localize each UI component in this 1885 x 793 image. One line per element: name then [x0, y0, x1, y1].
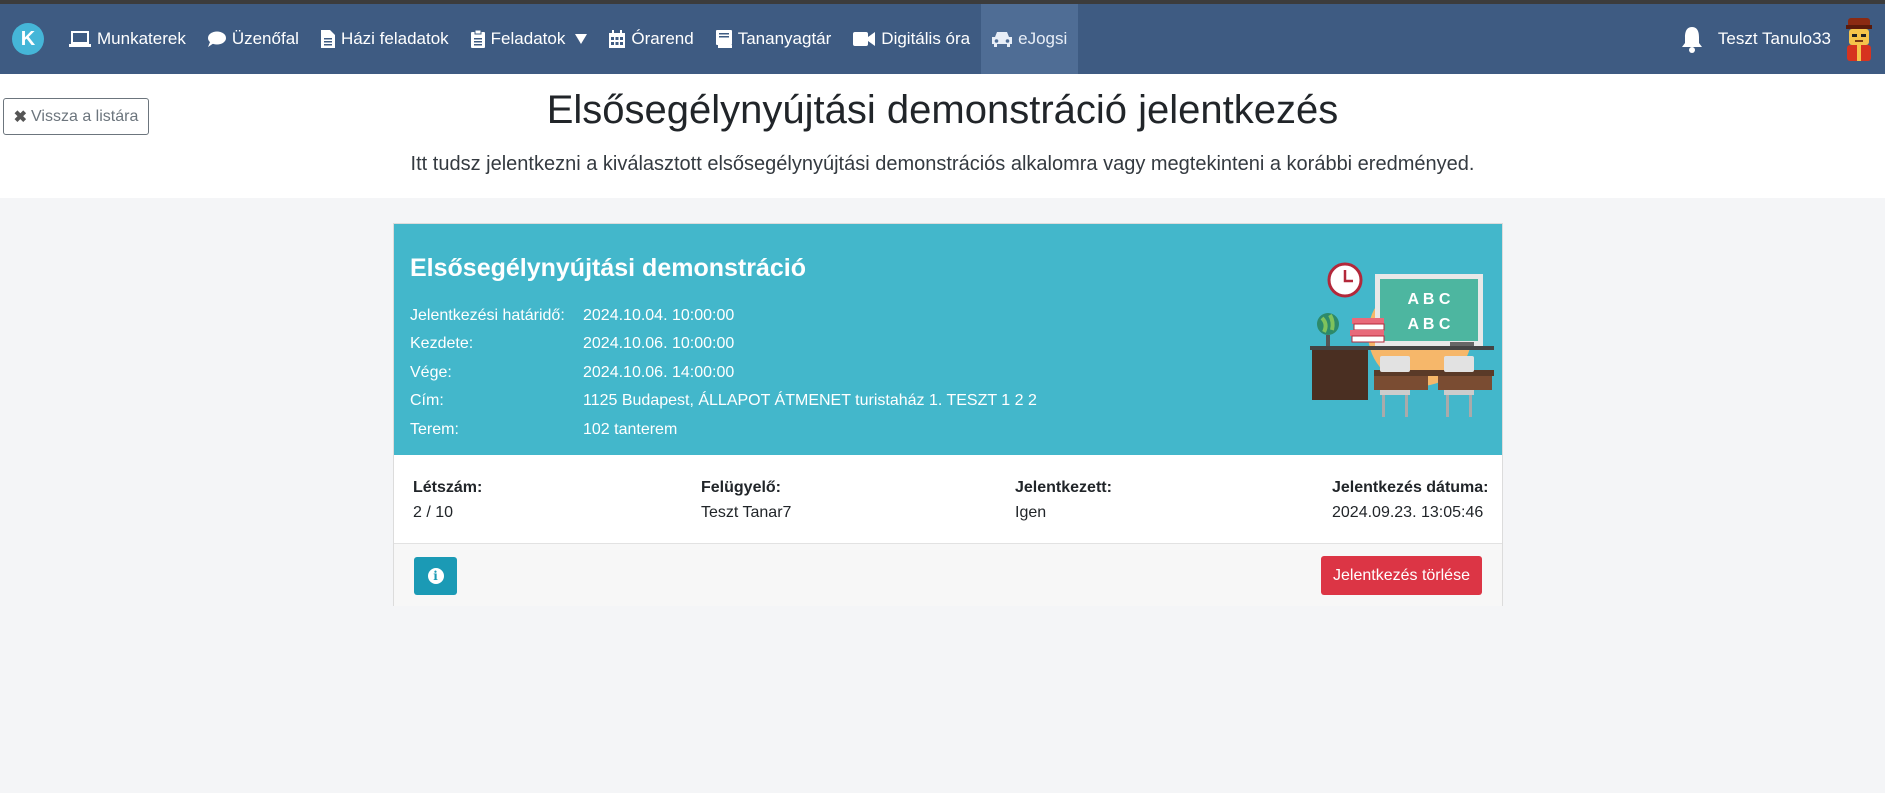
nav-label: Feladatok — [490, 29, 566, 48]
svg-text:A B C: A B C — [1408, 316, 1451, 333]
delete-button-label: Jelentkezés törlése — [1333, 566, 1470, 584]
info-label: Jelentkezési határidő: — [410, 307, 565, 324]
stat-label: Jelentkezés dátuma: — [1332, 479, 1489, 496]
stat-applied: Jelentkezett: Igen — [1015, 479, 1112, 522]
card-footer: i Jelentkezés törlése — [394, 544, 1502, 606]
info-label: Cím: — [410, 392, 444, 409]
info-button[interactable]: i — [414, 557, 457, 595]
card-stats: Létszám: 2 / 10 Felügyelő: Teszt Tanar7 … — [394, 455, 1502, 544]
nav-item-tananyagtar[interactable]: Tananyagtár — [705, 4, 843, 74]
user-area: Teszt Tanulo33 — [1680, 4, 1885, 74]
stat-value: Igen — [1015, 504, 1047, 521]
nav-item-hazi-feladatok[interactable]: Házi feladatok — [310, 4, 460, 74]
nav-label: Munkaterek — [97, 29, 186, 48]
info-value: 1125 Budapest, ÁLLAPOT ÁTMENET turistahá… — [583, 392, 1037, 409]
classroom-illustration: A B C A B C — [1310, 262, 1494, 417]
nav-label: Házi feladatok — [340, 29, 449, 48]
card-header: Elsősegélynyújtási demonstráció Jelentke… — [394, 224, 1502, 455]
demonstration-card: Elsősegélynyújtási demonstráció Jelentke… — [393, 223, 1503, 606]
nav-item-digitalis-ora[interactable]: Digitális óra — [842, 4, 981, 74]
nav-item-feladatok[interactable]: Feladatok — [460, 4, 599, 74]
info-value: 2024.10.06. 10:00:00 — [583, 335, 735, 352]
calendar-icon — [609, 30, 626, 48]
laptop-icon — [69, 31, 91, 47]
stat-label: Felügyelő: — [701, 479, 782, 496]
info-label: Terem: — [410, 421, 459, 438]
stat-application-date: Jelentkezés dátuma: 2024.09.23. 13:05:46 — [1332, 479, 1489, 522]
stat-label: Létszám: — [413, 479, 483, 496]
nav-label: Digitális óra — [881, 29, 971, 48]
delete-application-button[interactable]: Jelentkezés törlése — [1321, 556, 1482, 595]
svg-text:A B C: A B C — [1408, 291, 1451, 308]
comment-icon — [207, 31, 226, 47]
file-icon — [320, 30, 335, 48]
car-icon — [992, 32, 1013, 47]
stat-value: 2 / 10 — [413, 504, 454, 521]
nav-label: Üzenőfal — [231, 29, 299, 48]
chevron-down-icon[interactable] — [575, 34, 588, 44]
app-logo[interactable]: K — [12, 23, 44, 55]
page-title: Elsősegélynyújtási demonstráció jelentke… — [546, 88, 1339, 132]
stat-value: Teszt Tanar7 — [701, 504, 792, 521]
top-navbar: K Munkaterek Üzenőfal Házi feladatok Fel… — [0, 4, 1885, 74]
nav-item-ejogsi[interactable]: eJogsi — [981, 4, 1079, 74]
info-label: Vége: — [410, 364, 452, 381]
nav-item-uzenofal[interactable]: Üzenőfal — [197, 4, 310, 74]
bell-icon[interactable] — [1680, 25, 1704, 53]
avatar[interactable] — [1841, 17, 1877, 61]
info-row-address: Cím: 1125 Budapest, ÁLLAPOT ÁTMENET turi… — [410, 392, 1037, 410]
nav-label: Tananyagtár — [737, 29, 832, 48]
clipboard-icon — [470, 30, 485, 48]
page-subtitle: Itt tudsz jelentkezni a kiválasztott els… — [410, 153, 1475, 175]
page-header: ✖ Vissza a listára Elsősegélynyújtási de… — [0, 74, 1885, 198]
nav-label: Órarend — [631, 29, 694, 48]
nav-label: eJogsi — [1018, 29, 1068, 48]
info-row-end: Vége: 2024.10.06. 14:00:00 — [410, 364, 734, 382]
stat-label: Jelentkezett: — [1015, 479, 1112, 496]
stat-headcount: Létszám: 2 / 10 — [413, 479, 482, 522]
info-row-start: Kezdete: 2024.10.06. 10:00:00 — [410, 335, 734, 353]
stat-value: 2024.09.23. 13:05:46 — [1332, 504, 1484, 521]
info-row-deadline: Jelentkezési határidő: 2024.10.04. 10:00… — [410, 307, 734, 325]
info-icon: i — [427, 568, 444, 584]
video-icon — [853, 32, 876, 46]
info-value: 2024.10.04. 10:00:00 — [583, 307, 735, 324]
card-title: Elsősegélynyújtási demonstráció — [410, 254, 806, 282]
stat-supervisor: Felügyelő: Teszt Tanar7 — [701, 479, 791, 522]
info-row-room: Terem: 102 tanterem — [410, 421, 677, 439]
info-label: Kezdete: — [410, 335, 474, 352]
nav-item-munkaterek[interactable]: Munkaterek — [58, 4, 197, 74]
info-value: 102 tanterem — [583, 421, 678, 438]
nav-item-orarend[interactable]: Órarend — [598, 4, 704, 74]
user-name[interactable]: Teszt Tanulo33 — [1718, 29, 1831, 49]
book-icon — [715, 30, 732, 48]
info-value: 2024.10.06. 14:00:00 — [583, 364, 735, 381]
